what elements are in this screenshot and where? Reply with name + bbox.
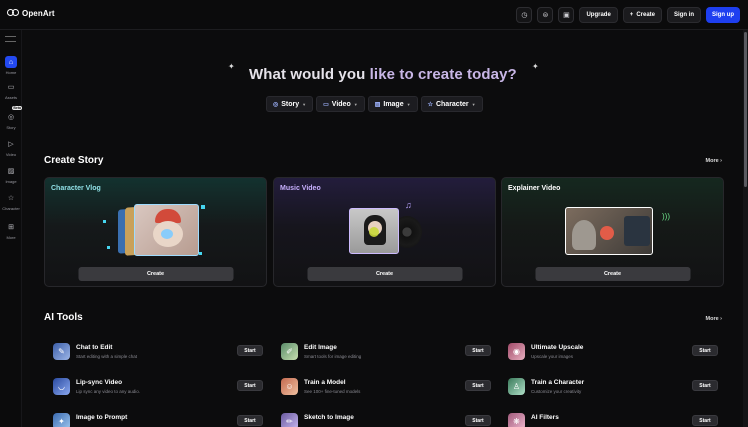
sparkle-icon: ✦ [532,62,539,71]
explainer-video-image [565,207,653,255]
create-story-more-link[interactable]: More › [706,158,723,164]
folder-icon: ▭ [7,84,15,91]
card-title: Character Vlog [51,185,101,192]
card-title: Music Video [280,185,321,192]
upgrade-button[interactable]: Upgrade [579,7,618,23]
start-button[interactable]: Start [237,415,263,426]
tool-image-to-prompt[interactable]: ✦ Image to Prompt Start [53,411,263,427]
start-button[interactable]: Start [692,415,718,426]
tool-ai-filters[interactable]: ❋ AI Filters Start [508,411,718,427]
clock-icon[interactable]: ◷ [516,7,533,23]
image-dropdown[interactable]: ▨ Image ▼ [367,96,418,112]
story-card-explainer-video[interactable]: Explainer Video ))) Create [501,177,724,287]
video-icon: ▭ [323,101,329,108]
sidebar: ⌂ Home ▭ Assets ◎ Beta Story ▷ Video ▨ I… [0,30,22,427]
hero-title: What would you like to create today? [249,66,517,83]
story-card-music-video[interactable]: Music Video ♫ Create [273,177,496,287]
create-button[interactable]: Create [307,267,462,281]
openart-logo-icon [7,9,19,18]
tool-edit-image[interactable]: ✐ Edit Image Smart tools for image editi… [281,341,491,367]
character-dropdown[interactable]: ☆ Character ▼ [420,96,483,112]
chat-icon: ✎ [53,343,70,360]
grid-icon: ⊞ [8,224,14,231]
brand-logo[interactable]: OpenArt [7,9,55,18]
tool-train-a-character[interactable]: ♙ Train a Character Customize your creat… [508,376,718,402]
play-icon [161,229,173,239]
sidebar-item-story[interactable]: ◎ Beta Story [0,106,22,130]
brand-name: OpenArt [22,9,55,18]
star-icon: ☆ [427,101,433,108]
sidebar-item-more[interactable]: ⊞ More [0,221,22,240]
sign-in-button[interactable]: Sign in [667,7,701,23]
music-note-icon: ♫ [405,200,412,210]
chevron-down-icon: ▼ [353,101,358,107]
sketch-icon: ✏ [281,413,298,427]
video-icon: ▷ [8,141,14,148]
model-icon: ☺ [281,378,298,395]
tool-ultimate-upscale[interactable]: ◉ Ultimate Upscale Upscale your images S… [508,341,718,367]
character-icon: ♙ [508,378,525,395]
start-button[interactable]: Start [237,345,263,356]
chevron-down-icon: ▼ [471,101,476,107]
upscale-icon: ◉ [508,343,525,360]
chevron-down-icon: ▼ [406,101,411,107]
prompt-icon: ✦ [53,413,70,427]
play-icon [369,227,379,237]
story-icon: ◎ [7,114,15,121]
image-icon[interactable]: ▣ [558,7,575,23]
beta-badge: Beta [12,106,22,110]
start-button[interactable]: Start [692,380,718,391]
start-button[interactable]: Start [692,345,718,356]
tool-sketch-to-image[interactable]: ✏ Sketch to Image Start [281,411,491,427]
section-title-ai-tools: AI Tools [44,312,83,323]
scrollbar-thumb[interactable] [744,32,747,187]
story-dropdown[interactable]: ◎ Story ▼ [266,96,314,112]
sign-up-button[interactable]: Sign up [706,7,740,23]
sparkle-icon: ✦ [228,62,235,71]
start-button[interactable]: Start [465,380,491,391]
top-bar: OpenArt ◷ ⊜ ▣ Upgrade + Create Sign in Si… [0,0,748,30]
story-card-character-vlog[interactable]: Character Vlog Create [44,177,267,287]
gamepad-icon[interactable]: ⊜ [537,7,554,23]
create-button[interactable]: Create [535,267,690,281]
tool-chat-to-edit[interactable]: ✎ Chat to Edit Start editing with a simp… [53,341,263,367]
section-title-create-story: Create Story [44,155,104,166]
sidebar-item-character[interactable]: ☆ Character [0,192,22,211]
sidebar-item-home[interactable]: ⌂ Home [0,56,22,75]
video-dropdown[interactable]: ▭ Video ▼ [316,96,365,112]
star-icon: ☆ [7,195,15,202]
create-button[interactable]: Create [78,267,233,281]
story-icon: ◎ [273,101,279,108]
filter-icon: ❋ [508,413,525,427]
wave-icon: ))) [662,212,670,221]
chevron-down-icon: ▼ [302,101,307,107]
tool-train-a-model[interactable]: ☺ Train a Model See 100+ fine-tuned mode… [281,376,491,402]
tool-lip-sync-video[interactable]: ◡ Lip-sync Video Lip sync any video to a… [53,376,263,402]
lips-icon: ◡ [53,378,70,395]
music-video-image [349,208,399,254]
sidebar-item-image[interactable]: ▨ Image [0,165,22,184]
brush-icon: ✐ [281,343,298,360]
card-title: Explainer Video [508,185,561,192]
ai-tools-more-link[interactable]: More › [706,316,723,322]
start-button[interactable]: Start [237,380,263,391]
sidebar-item-video[interactable]: ▷ Video [0,138,22,157]
image-icon: ▨ [7,168,15,175]
start-button[interactable]: Start [465,345,491,356]
create-type-selector: ◎ Story ▼ ▭ Video ▼ ▨ Image ▼ ☆ Character ▼ [266,96,483,112]
plus-icon: + [629,12,634,18]
sidebar-item-assets[interactable]: ▭ Assets [0,81,22,100]
home-icon: ⌂ [5,56,17,68]
create-button[interactable]: + Create [622,7,662,23]
image-icon: ▨ [374,101,381,108]
start-button[interactable]: Start [465,415,491,426]
page-scrollbar[interactable] [743,30,748,427]
vlog-character-image [134,204,199,256]
play-icon [600,226,614,240]
menu-icon[interactable] [5,36,16,42]
